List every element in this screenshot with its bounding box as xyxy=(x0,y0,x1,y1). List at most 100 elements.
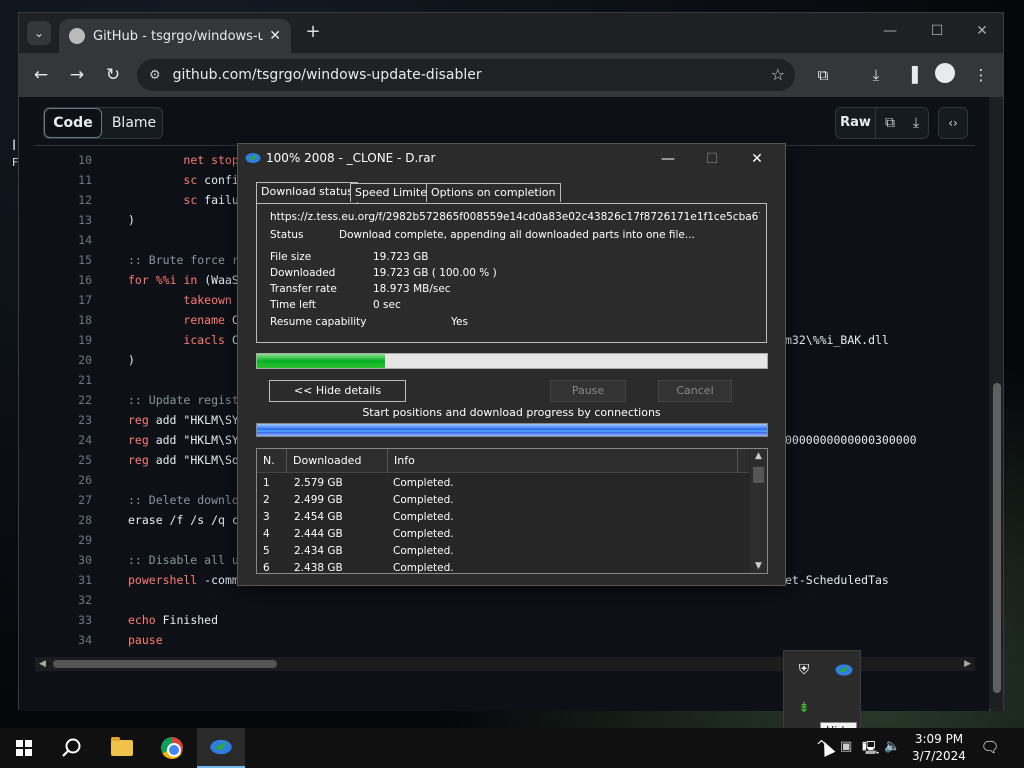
back-arrow-icon[interactable]: ← xyxy=(29,63,53,87)
table-row[interactable]: 4 2.444 GB Completed. xyxy=(257,526,749,543)
line-number[interactable]: 18 xyxy=(35,310,92,330)
new-tab-button[interactable]: + xyxy=(301,21,325,45)
address-bar[interactable]: ⚙ github.com/tsgrgo/windows-update-disab… xyxy=(137,59,795,91)
tab-download-status[interactable]: Download status xyxy=(256,182,358,203)
line-number[interactable]: 17 xyxy=(35,290,92,310)
maximize-button[interactable]: ☐ xyxy=(914,13,960,49)
close-window-button[interactable]: ✕ xyxy=(959,13,1005,49)
line-number[interactable]: 30 xyxy=(35,550,92,570)
code-keyword: icacls xyxy=(183,333,225,347)
code-tab-button[interactable]: Code xyxy=(44,108,102,138)
tab-speed-limiter[interactable]: Speed Limiter xyxy=(350,183,437,202)
copy-icon[interactable]: ⧉ xyxy=(877,108,903,138)
file-explorer-button[interactable] xyxy=(98,728,146,768)
tab-options-on-completion[interactable]: Options on completion xyxy=(426,183,561,202)
minimize-button[interactable]: — xyxy=(867,13,913,49)
scroll-right-icon[interactable]: ▶ xyxy=(964,657,971,671)
network-icon[interactable]: 🖳 xyxy=(862,739,879,761)
line-number[interactable]: 26 xyxy=(35,470,92,490)
tab-search-button[interactable]: ⌄ xyxy=(27,21,51,45)
site-settings-icon[interactable]: ⚙ xyxy=(149,68,161,83)
line-number[interactable]: 15 xyxy=(35,250,92,270)
menu-kebab-icon[interactable]: ⋮ xyxy=(969,63,993,87)
profile-avatar[interactable] xyxy=(935,63,955,83)
line-number[interactable]: 32 xyxy=(35,590,92,610)
forward-arrow-icon[interactable]: → xyxy=(65,63,89,87)
code-token: erase /f /s /q c: xyxy=(128,513,246,527)
start-button[interactable] xyxy=(0,728,48,768)
tab-close-icon[interactable]: ✕ xyxy=(269,28,281,44)
line-number[interactable]: 34 xyxy=(35,630,92,650)
code-text: takeown / xyxy=(128,290,245,310)
hide-details-button[interactable]: << Hide details xyxy=(269,380,406,402)
line-number[interactable]: 28 xyxy=(35,510,92,530)
raw-button[interactable]: Raw xyxy=(836,108,876,138)
tray-app-icon[interactable]: ▣ xyxy=(840,739,852,754)
symbols-panel-icon[interactable]: ‹› xyxy=(938,107,968,139)
browser-tab-github[interactable]: GitHub - tsgrgo/windows-upda ✕ xyxy=(59,19,291,53)
line-number[interactable]: 23 xyxy=(35,410,92,430)
reload-icon[interactable]: ↻ xyxy=(101,63,125,87)
line-number[interactable]: 10 xyxy=(35,150,92,170)
line-number[interactable]: 25 xyxy=(35,450,92,470)
scrollbar-thumb[interactable] xyxy=(53,660,277,668)
download-raw-icon[interactable]: ⤓ xyxy=(903,108,929,138)
bookmark-star-icon[interactable]: ☆ xyxy=(771,65,785,84)
volume-muted-icon[interactable]: 🔈 xyxy=(884,739,900,754)
code-text: for %%i in (WaaSM xyxy=(128,270,246,290)
side-panel-icon[interactable]: ▐ xyxy=(900,63,924,87)
table-row[interactable]: 2 2.499 GB Completed. xyxy=(257,492,749,509)
line-number[interactable]: 19 xyxy=(35,330,92,350)
table-row[interactable]: 1 2.579 GB Completed. xyxy=(257,475,749,492)
extensions-icon[interactable]: ⧉ xyxy=(811,63,835,87)
time-left-label: Time left xyxy=(270,299,317,311)
pause-button[interactable]: Pause xyxy=(550,380,626,402)
scroll-up-icon[interactable]: ▲ xyxy=(750,451,767,461)
vertical-scrollbar[interactable] xyxy=(991,97,1003,711)
taskbar-clock[interactable]: 3:09 PM 3/7/2024 xyxy=(908,731,970,765)
line-number[interactable]: 16 xyxy=(35,270,92,290)
search-button[interactable] xyxy=(48,728,96,768)
code-comment: :: Brute force re xyxy=(128,253,246,267)
code-keyword: takeown xyxy=(183,293,232,307)
code-text: reg add "HKLM\SYS xyxy=(128,430,246,450)
line-number[interactable]: 29 xyxy=(35,530,92,550)
scrollbar-thumb[interactable] xyxy=(753,467,764,483)
dialog-close-button[interactable]: ✕ xyxy=(734,144,780,174)
dialog-minimize-button[interactable]: — xyxy=(645,144,691,174)
idm-download-activity-icon[interactable]: ⇟ xyxy=(795,699,813,717)
code-text: sc failur xyxy=(128,190,245,210)
chrome-taskbar-button[interactable] xyxy=(148,728,196,768)
line-number[interactable]: 31 xyxy=(35,570,92,590)
desktop-text-fragment: I xyxy=(12,138,17,154)
cancel-button[interactable]: Cancel xyxy=(658,380,732,402)
table-row[interactable]: 5 2.434 GB Completed. xyxy=(257,543,749,560)
line-number[interactable]: 11 xyxy=(35,170,92,190)
table-row[interactable]: 6 2.438 GB Completed. xyxy=(257,560,749,573)
line-number[interactable]: 21 xyxy=(35,370,92,390)
table-scrollbar[interactable]: ▲ ▼ xyxy=(750,449,767,573)
line-number[interactable]: 22 xyxy=(35,390,92,410)
scrollbar-thumb[interactable] xyxy=(993,383,1001,693)
column-header-downloaded[interactable]: Downloaded xyxy=(287,449,388,473)
line-number[interactable]: 12 xyxy=(35,190,92,210)
scroll-left-icon[interactable]: ◀ xyxy=(39,657,46,671)
table-row[interactable]: 3 2.454 GB Completed. xyxy=(257,509,749,526)
line-number[interactable]: 14 xyxy=(35,230,92,250)
line-number[interactable]: 27 xyxy=(35,490,92,510)
idm-taskbar-button[interactable] xyxy=(197,728,245,768)
line-number[interactable]: 20 xyxy=(35,350,92,370)
column-header-n[interactable]: N. xyxy=(257,449,287,473)
connection-info: Completed. xyxy=(393,528,454,540)
notification-center-icon[interactable]: 🗨 xyxy=(980,738,1000,758)
code-keyword: %%i xyxy=(155,273,177,287)
scroll-down-icon[interactable]: ▼ xyxy=(750,561,767,571)
download-icon[interactable]: ⤓ xyxy=(864,63,888,87)
line-number[interactable]: 24 xyxy=(35,430,92,450)
security-shield-icon[interactable]: ⛨ xyxy=(795,661,813,679)
blame-tab-button[interactable]: Blame xyxy=(106,108,162,138)
line-number[interactable]: 33 xyxy=(35,610,92,630)
line-number[interactable]: 13 xyxy=(35,210,92,230)
column-header-info[interactable]: Info xyxy=(388,449,738,473)
idm-tray-icon[interactable] xyxy=(835,661,853,679)
